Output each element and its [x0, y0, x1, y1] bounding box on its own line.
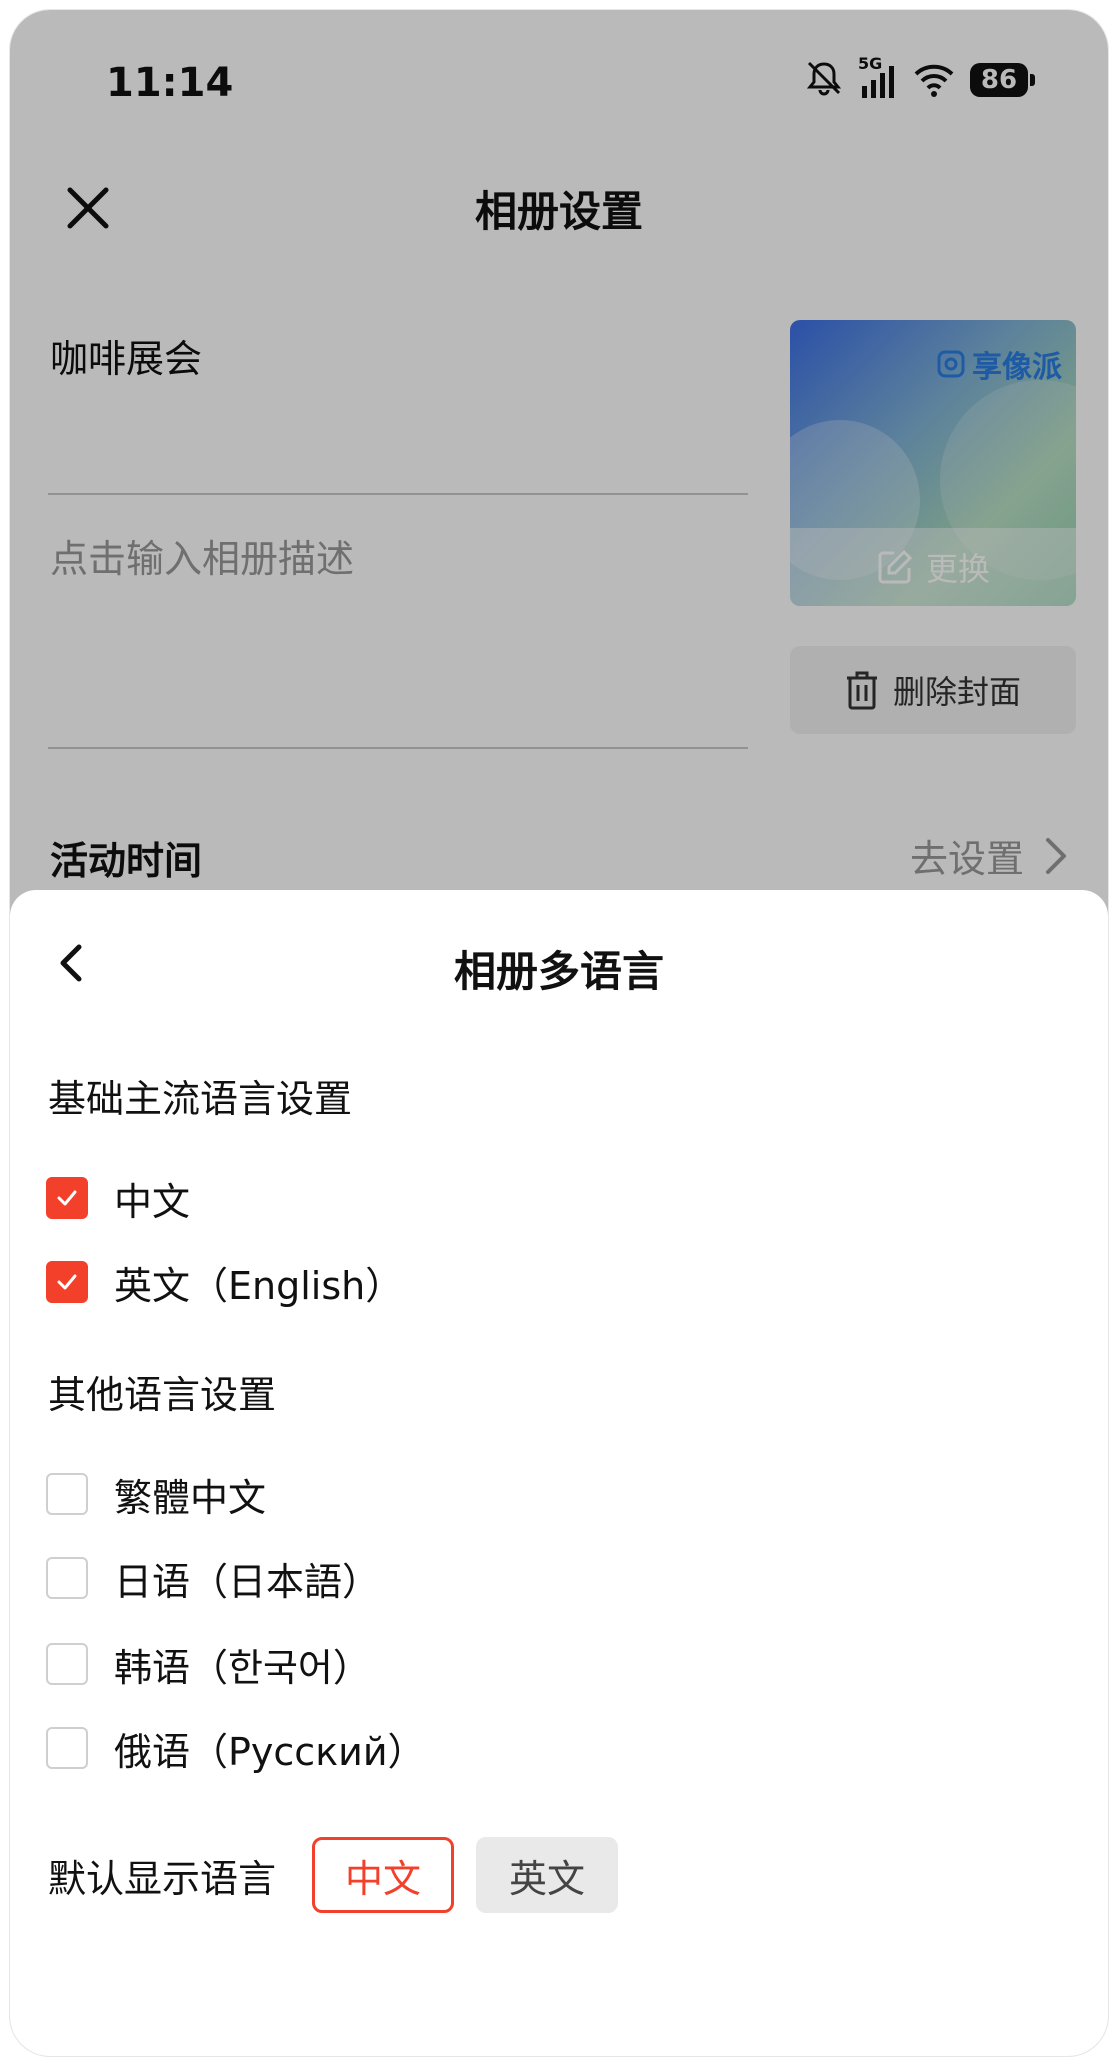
default-language-row: 默认显示语言 中文 英文 — [48, 1835, 619, 1915]
default-language-chinese-button[interactable]: 中文 — [312, 1837, 455, 1913]
language-option-label: 中文 — [114, 1179, 191, 1224]
sheet-header: 相册多语言 — [10, 890, 1108, 1030]
language-option-english[interactable]: 英文（English） — [46, 1252, 403, 1312]
checkbox-checked[interactable] — [46, 1261, 88, 1303]
language-option-label: 英文（English） — [114, 1263, 404, 1308]
language-option-korean[interactable]: 韩语（한국어） — [46, 1634, 371, 1694]
check-icon — [57, 1190, 77, 1206]
default-language-english-button[interactable]: 英文 — [476, 1837, 619, 1913]
language-option-traditional-chinese[interactable]: 繁體中文 — [46, 1464, 266, 1524]
phone-screen: 11:14 5G 86 相册设置 咖啡展会 点击输入相册描述 享像派 更换 删除… — [10, 10, 1108, 2056]
checkbox-unchecked[interactable] — [46, 1557, 88, 1599]
language-option-label: 俄语（Русский） — [114, 1729, 426, 1774]
default-language-options: 中文 英文 — [312, 1837, 619, 1913]
checkbox-unchecked[interactable] — [46, 1473, 88, 1515]
checkbox-unchecked[interactable] — [46, 1727, 88, 1769]
other-language-section-title: 其他语言设置 — [48, 1373, 277, 1417]
basic-language-section-title: 基础主流语言设置 — [48, 1077, 353, 1121]
checkbox-checked[interactable] — [46, 1177, 88, 1219]
default-language-label: 默认显示语言 — [48, 1856, 277, 1901]
language-option-label: 日语（日本語） — [114, 1559, 381, 1604]
multilingual-sheet: 相册多语言 基础主流语言设置 中文 英文（English） 其他语言设置 繁體中… — [10, 890, 1108, 2056]
language-option-chinese[interactable]: 中文 — [46, 1168, 190, 1228]
language-option-label: 繁體中文 — [114, 1475, 267, 1520]
checkbox-unchecked[interactable] — [46, 1643, 88, 1685]
check-icon — [57, 1274, 77, 1290]
language-option-russian[interactable]: 俄语（Русский） — [46, 1718, 426, 1778]
language-option-label: 韩语（한국어） — [114, 1645, 371, 1690]
language-option-japanese[interactable]: 日语（日本語） — [46, 1548, 380, 1608]
sheet-title: 相册多语言 — [453, 947, 664, 996]
